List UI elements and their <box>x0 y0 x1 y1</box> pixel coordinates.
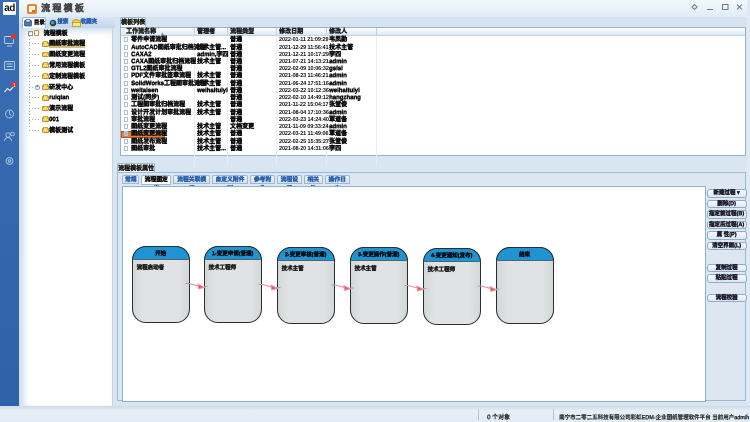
svg-text:1: 1 <box>13 83 16 89</box>
